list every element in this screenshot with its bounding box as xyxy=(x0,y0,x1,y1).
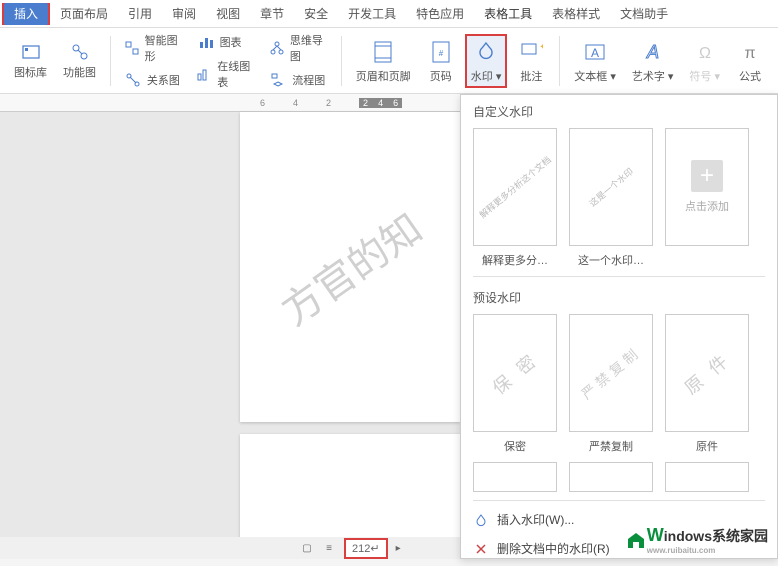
mind-map-button[interactable]: 思维导图 xyxy=(264,30,333,66)
tab-security[interactable]: 安全 xyxy=(294,1,338,26)
preset-label-original: 原件 xyxy=(696,438,718,454)
chart-icon xyxy=(196,32,216,52)
comment-button[interactable]: ✦ 批注 xyxy=(511,36,551,86)
flowchart-icon xyxy=(268,70,288,90)
flowchart-button[interactable]: 流程图 xyxy=(264,68,333,92)
art-text-button[interactable]: A 艺术字 ▾ xyxy=(626,36,680,86)
svg-text:A: A xyxy=(591,46,599,60)
tab-chapter[interactable]: 章节 xyxy=(250,1,294,26)
page-num-button[interactable]: # 页码 xyxy=(421,36,461,86)
func-chart-label: 功能图 xyxy=(63,64,96,80)
tab-review[interactable]: 审阅 xyxy=(162,1,206,26)
preset-watermark-4[interactable] xyxy=(473,462,557,492)
watermark-button[interactable]: 水印 ▾ xyxy=(465,34,508,88)
custom-watermark-label-1: 解释更多分… xyxy=(482,252,548,268)
custom-watermark-title: 自定义水印 xyxy=(461,95,777,124)
svg-text:π: π xyxy=(744,45,755,62)
chart-button[interactable]: 图表 xyxy=(192,30,261,54)
tab-page-layout[interactable]: 页面布局 xyxy=(50,1,118,26)
comment-label: 批注 xyxy=(520,68,542,84)
page-number-input[interactable]: 212↵ xyxy=(344,538,388,559)
document-page-2[interactable] xyxy=(240,434,460,554)
online-chart-icon xyxy=(196,64,214,84)
smart-graphic-icon xyxy=(123,38,141,58)
preset-watermark-title: 预设水印 xyxy=(461,281,777,310)
svg-text:#: # xyxy=(439,49,444,58)
preset-label-nocopy: 严禁复制 xyxy=(589,438,633,454)
textbox-button[interactable]: A 文本框 ▾ xyxy=(568,36,622,86)
art-text-icon: A xyxy=(639,38,667,66)
formula-icon: π xyxy=(736,38,764,66)
comment-icon: ✦ xyxy=(517,38,545,66)
brand-logo: Windows系统家园 www.ruibaitu.com xyxy=(625,525,768,555)
icon-library-button[interactable]: 图标库 xyxy=(8,40,53,82)
droplet-icon xyxy=(473,512,489,528)
formula-button[interactable]: π 公式 xyxy=(730,36,770,86)
symbol-label: 符号 ▾ xyxy=(689,68,720,84)
relation-chart-icon xyxy=(123,70,143,90)
svg-text:✦: ✦ xyxy=(539,42,543,53)
nav-arrow-icon[interactable]: ▸ xyxy=(396,543,401,554)
preset-watermark-6[interactable] xyxy=(665,462,749,492)
tab-special-app[interactable]: 特色应用 xyxy=(406,1,474,26)
tab-insert[interactable]: 插入 xyxy=(4,3,48,25)
formula-label: 公式 xyxy=(739,68,761,84)
textbox-icon: A xyxy=(581,38,609,66)
add-watermark-button[interactable]: + 点击添加 xyxy=(665,128,749,246)
document-page-1[interactable]: 方官的知 xyxy=(240,112,460,422)
symbol-button[interactable]: Ω 符号 ▾ xyxy=(683,36,726,86)
icon-library-icon xyxy=(21,42,41,62)
tab-reference[interactable]: 引用 xyxy=(118,1,162,26)
page-icon: ▢ xyxy=(300,541,314,555)
tab-table-style[interactable]: 表格样式 xyxy=(542,1,610,26)
svg-text:Ω: Ω xyxy=(699,45,711,62)
plus-icon: + xyxy=(691,160,723,192)
func-chart-button[interactable]: 功能图 xyxy=(57,40,102,82)
textbox-label: 文本框 ▾ xyxy=(574,68,616,84)
page-num-label: 页码 xyxy=(430,68,452,84)
custom-watermark-thumb-1[interactable]: 解释更多分析这个文档 xyxy=(473,128,557,246)
custom-watermark-thumb-2[interactable]: 这是一个水印 xyxy=(569,128,653,246)
icon-library-label: 图标库 xyxy=(14,64,47,80)
online-chart-button[interactable]: 在线图表 xyxy=(192,56,261,92)
page-num-icon: # xyxy=(427,38,455,66)
watermark-dropdown: 自定义水印 解释更多分析这个文档 解释更多分… 这是一个水印 这一个水印… + … xyxy=(460,94,778,559)
tab-view[interactable]: 视图 xyxy=(206,1,250,26)
page-watermark-text: 方官的知 xyxy=(268,197,432,336)
tab-dev-tools[interactable]: 开发工具 xyxy=(338,1,406,26)
custom-watermark-label-2: 这一个水印… xyxy=(578,252,644,268)
preset-label-confidential: 保密 xyxy=(504,438,526,454)
svg-text:A: A xyxy=(646,42,659,62)
symbol-icon: Ω xyxy=(691,38,719,66)
header-footer-button[interactable]: 页眉和页脚 xyxy=(350,36,417,86)
art-text-label: 艺术字 ▾ xyxy=(632,68,674,84)
watermark-label: 水印 ▾ xyxy=(471,68,502,84)
tab-table-tools[interactable]: 表格工具 xyxy=(474,1,542,26)
tab-doc-helper[interactable]: 文档助手 xyxy=(610,1,678,26)
watermark-icon xyxy=(472,38,500,66)
preset-watermark-confidential[interactable]: 保 密 xyxy=(473,314,557,432)
delete-icon xyxy=(473,541,489,557)
preset-watermark-nocopy[interactable]: 严禁复制 xyxy=(569,314,653,432)
header-footer-icon xyxy=(369,38,397,66)
house-icon xyxy=(625,530,647,550)
header-footer-label: 页眉和页脚 xyxy=(356,68,411,84)
smart-graphic-button[interactable]: 智能图形 xyxy=(119,30,188,66)
preset-watermark-5[interactable] xyxy=(569,462,653,492)
section-icon: ≡ xyxy=(322,541,336,555)
mind-map-icon xyxy=(268,38,286,58)
preset-watermark-original[interactable]: 原 件 xyxy=(665,314,749,432)
func-chart-icon xyxy=(70,42,90,62)
relation-chart-button[interactable]: 关系图 xyxy=(119,68,188,92)
